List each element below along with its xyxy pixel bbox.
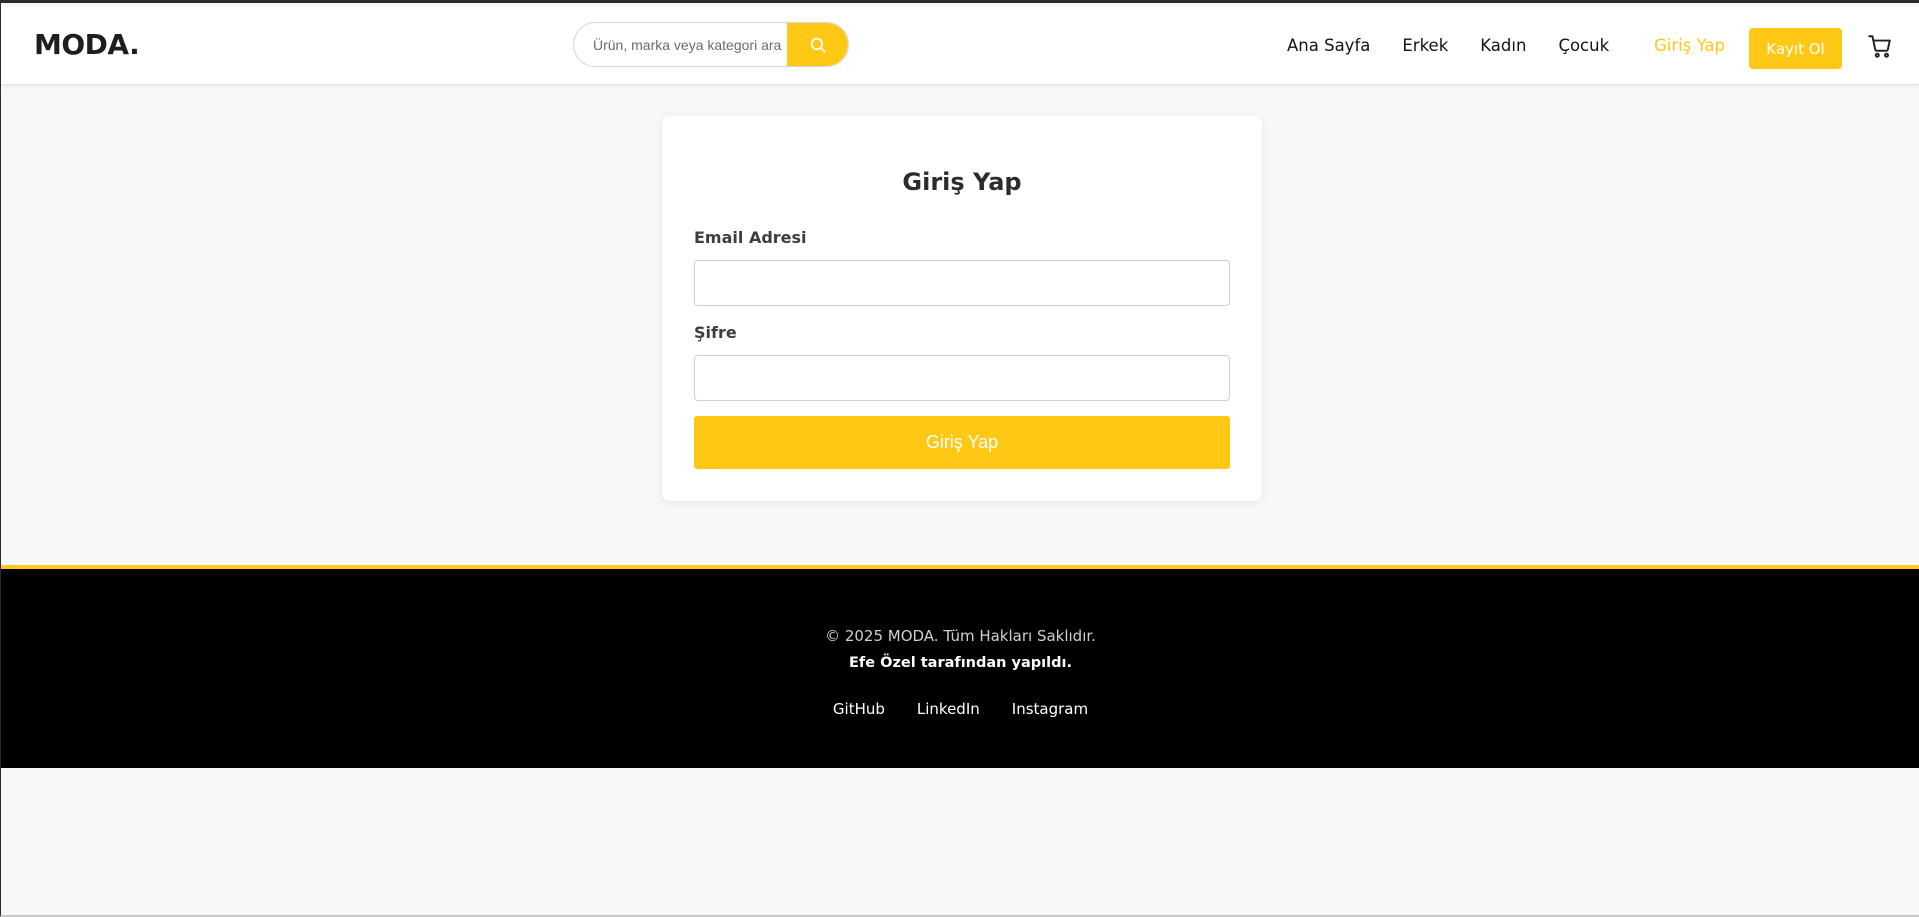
- footer-links: GitHub LinkedIn Instagram: [1, 700, 1919, 718]
- nav-link-home[interactable]: Ana Sayfa: [1287, 36, 1370, 55]
- email-field[interactable]: [694, 260, 1230, 306]
- footer-link-linkedin[interactable]: LinkedIn: [917, 700, 980, 718]
- login-title: Giriş Yap: [902, 168, 1022, 196]
- login-submit-button[interactable]: Giriş Yap: [694, 416, 1230, 469]
- nav-link-men[interactable]: Erkek: [1402, 36, 1448, 55]
- site-logo[interactable]: MODA.: [34, 28, 140, 61]
- search-button[interactable]: [787, 23, 848, 66]
- password-field[interactable]: [694, 355, 1230, 401]
- login-card: Giriş Yap Email Adresi Şifre Giriş Yap: [662, 116, 1262, 501]
- nav-link-kids[interactable]: Çocuk: [1558, 36, 1609, 55]
- cart-button[interactable]: [1866, 33, 1894, 61]
- search-input[interactable]: [574, 23, 788, 66]
- navbar: MODA. Ana Sayfa Erkek Kadın Çocuk Giriş …: [1, 6, 1919, 85]
- site-footer: © 2025 MODA. Tüm Hakları Saklıdır. Efe Ö…: [1, 565, 1919, 768]
- login-link[interactable]: Giriş Yap: [1654, 36, 1725, 55]
- copyright-text: © 2025 MODA. Tüm Hakları Saklıdır.: [825, 627, 1096, 645]
- main-nav: Ana Sayfa Erkek Kadın Çocuk: [1287, 36, 1641, 55]
- email-label: Email Adresi: [694, 228, 807, 247]
- cart-icon: [1868, 35, 1891, 58]
- browser-viewport: MODA. Ana Sayfa Erkek Kadın Çocuk Giriş …: [0, 0, 1919, 917]
- footer-link-instagram[interactable]: Instagram: [1012, 700, 1088, 718]
- author-credit: Efe Özel tarafından yapıldı.: [849, 655, 1072, 671]
- search-bar: [573, 22, 849, 67]
- register-button[interactable]: Kayıt Ol: [1749, 28, 1842, 69]
- password-label: Şifre: [694, 323, 737, 342]
- nav-link-women[interactable]: Kadın: [1480, 36, 1526, 55]
- search-icon: [810, 37, 826, 53]
- footer-link-github[interactable]: GitHub: [833, 700, 885, 718]
